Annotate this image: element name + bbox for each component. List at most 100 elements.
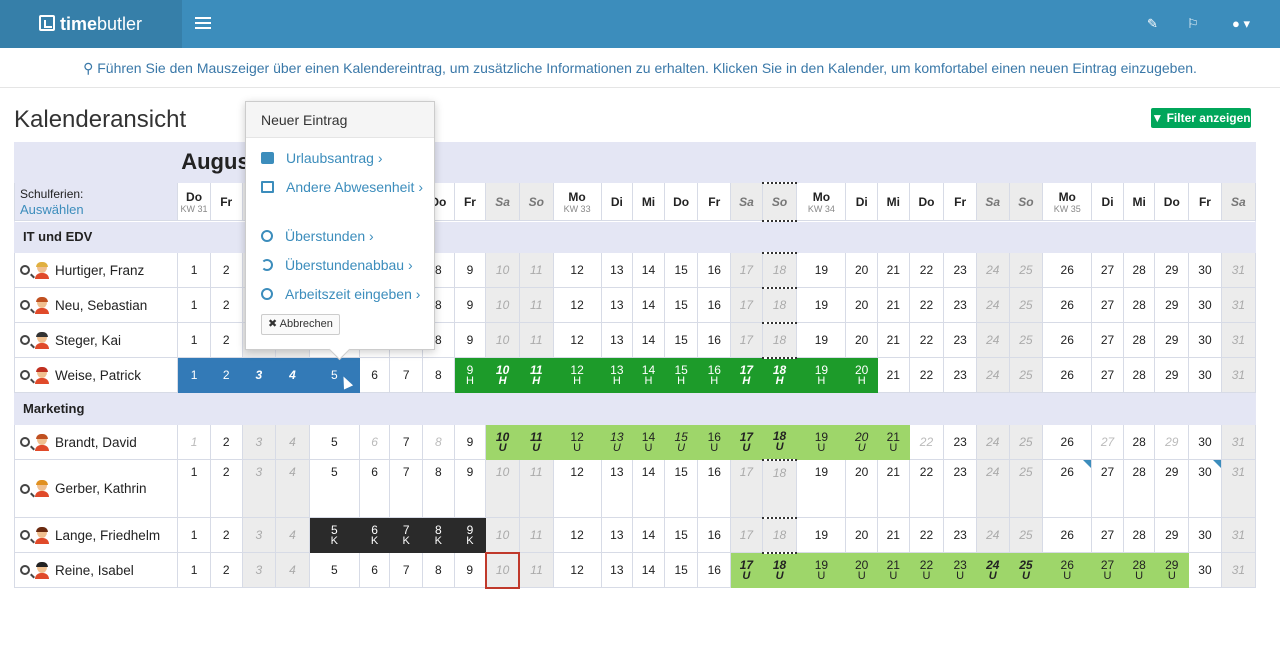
andere-abwesenheit-link[interactable]: Andere Abwesenheit › [261,179,423,195]
search-icon[interactable] [20,565,30,575]
day-cell[interactable]: 27 [1091,517,1124,553]
day-cell[interactable]: 3 [241,552,277,588]
day-cell[interactable]: 31 [1220,459,1257,518]
day-cell[interactable]: 23 [943,517,977,553]
day-cell[interactable]: 11 U [518,424,554,460]
day-cell[interactable]: 5 [308,552,360,588]
arbeitszeit-link[interactable]: Arbeitszeit eingeben › [261,286,420,302]
day-cell[interactable]: 17 [730,517,763,553]
day-cell[interactable]: 3 [241,424,277,460]
day-cell[interactable]: 10 [485,459,520,518]
day-cell[interactable]: 2 [209,322,243,358]
day-cell[interactable]: 20 [845,322,878,358]
day-cell[interactable]: 28 [1122,517,1156,553]
day-cell[interactable]: 13 [600,322,634,358]
day-cell[interactable]: 3 [241,459,277,518]
day-cell[interactable]: 29 [1154,287,1190,323]
day-cell[interactable]: 29 [1154,517,1190,553]
day-cell[interactable]: 21 U [877,424,910,460]
day-cell[interactable]: 19 [796,517,847,553]
day-cell[interactable]: 24 [975,424,1010,460]
day-cell[interactable]: 14 [632,287,665,323]
day-cell[interactable]: 24 [975,252,1010,288]
day-cell[interactable]: 8 [422,552,455,588]
day-cell[interactable]: 1 [177,552,211,588]
day-cell[interactable]: 30 [1188,252,1222,288]
day-cell[interactable]: 13 [600,459,634,518]
day-cell[interactable]: 1 [177,322,211,358]
day-cell[interactable]: 26 [1042,424,1093,460]
day-cell[interactable]: 21 [877,517,910,553]
day-cell[interactable]: 3 [241,357,277,393]
day-cell[interactable]: 7 [389,424,424,460]
day-cell[interactable]: 12 [552,459,602,518]
day-cell[interactable]: 18 H [761,357,798,393]
day-cell[interactable]: 12 H [552,357,602,393]
day-cell[interactable]: 6 [358,357,391,393]
day-cell[interactable]: 5 [308,357,360,393]
day-cell[interactable]: 11 [518,517,554,553]
day-cell[interactable]: 26 [1042,322,1093,358]
day-cell[interactable]: 8 [422,424,455,460]
day-cell[interactable]: 11 [518,287,554,323]
employee-name[interactable]: Brandt, David [55,435,137,450]
day-cell[interactable]: 25 [1008,424,1044,460]
employee-name[interactable]: Neu, Sebastian [55,298,147,313]
day-cell[interactable]: 7K [389,517,424,553]
day-cell[interactable]: 12 [552,552,602,588]
day-cell[interactable]: 15 U [663,424,699,460]
day-cell[interactable]: 29 [1154,322,1190,358]
day-cell[interactable]: 28 [1122,459,1156,518]
day-cell[interactable]: 25 U [1008,552,1044,588]
day-cell[interactable]: 8K [422,517,455,553]
day-cell[interactable]: 15 [663,287,699,323]
day-cell[interactable]: 31 [1220,552,1257,588]
day-cell[interactable]: 22 [908,424,945,460]
day-cell[interactable]: 17 [730,252,763,288]
day-cell[interactable]: 11 [518,322,554,358]
day-cell[interactable]: 11 [518,459,554,518]
day-cell[interactable]: 10 [484,551,521,589]
day-cell[interactable]: 18 U [761,424,798,460]
day-cell[interactable]: 1 [177,424,211,460]
ueberstundenabbau-link[interactable]: Überstundenabbau › [261,257,413,273]
day-cell[interactable]: 4 [275,424,310,460]
search-icon[interactable] [20,265,30,275]
day-cell[interactable]: 5K [308,517,360,553]
day-cell[interactable]: 13 [600,287,634,323]
day-cell[interactable]: 8 [422,459,455,518]
employee-name[interactable]: Steger, Kai [55,333,121,348]
day-cell[interactable]: 15 [663,552,699,588]
day-cell[interactable]: 31 [1220,517,1257,553]
day-cell[interactable]: 27 U [1091,552,1124,588]
day-cell[interactable]: 17 U [730,552,763,588]
day-cell[interactable]: 16 [697,322,732,358]
day-cell[interactable]: 30 [1188,287,1222,323]
day-cell[interactable]: 21 [877,322,910,358]
day-cell[interactable]: 20 [845,252,878,288]
day-cell[interactable]: 1 [177,459,211,518]
day-cell[interactable]: 2 [209,252,243,288]
search-icon[interactable] [20,483,30,494]
day-cell[interactable]: 13 [600,252,634,288]
day-cell[interactable]: 26 [1042,517,1093,553]
day-cell[interactable]: 20 U [845,552,878,588]
day-cell[interactable]: 1 [177,252,211,288]
day-cell[interactable]: 10 U [485,424,520,460]
day-cell[interactable]: 30 [1188,322,1222,358]
day-cell[interactable]: 20 H [845,357,878,393]
day-cell[interactable]: 26 [1042,287,1093,323]
day-cell[interactable]: 26 U [1042,552,1093,588]
day-cell[interactable]: 12 [552,322,602,358]
day-cell[interactable]: 21 [877,459,910,518]
day-cell[interactable]: 28 [1122,322,1156,358]
day-cell[interactable]: 4 [275,459,310,518]
day-cell[interactable]: 6 [358,459,391,518]
day-cell[interactable]: 25 [1008,287,1044,323]
day-cell[interactable]: 23 [943,357,977,393]
day-cell[interactable]: 13 [600,552,634,588]
day-cell[interactable]: 13 H [600,357,634,393]
day-cell[interactable]: 30 [1188,459,1222,518]
day-cell[interactable]: 18 [761,516,798,554]
day-cell[interactable]: 28 [1122,424,1156,460]
